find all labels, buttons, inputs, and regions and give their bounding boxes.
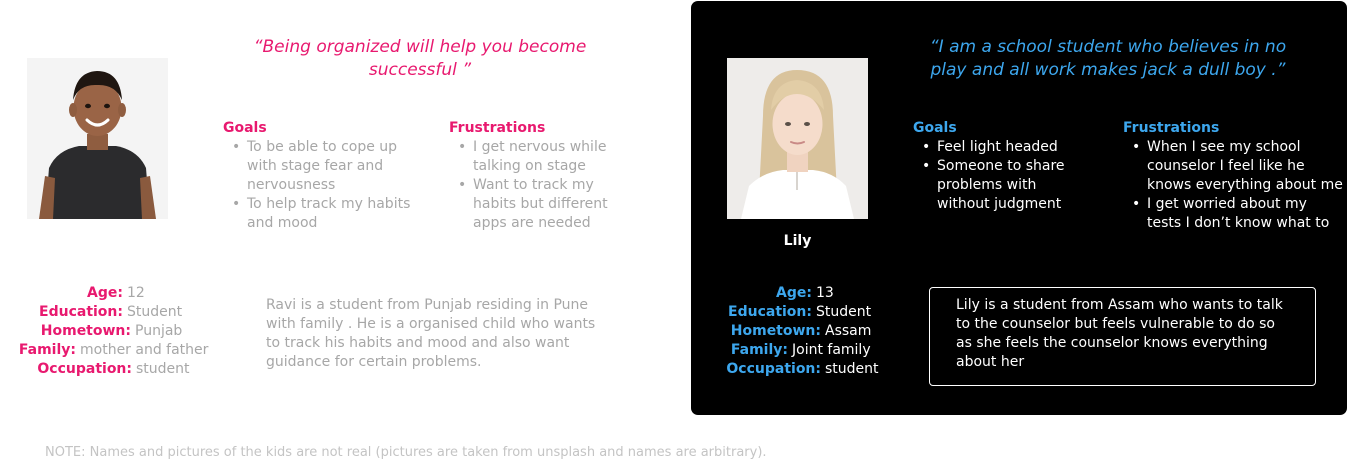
fact-value: Student bbox=[816, 304, 872, 320]
list-item: I get nervous while talking on stage bbox=[449, 138, 629, 176]
lily-bio: Lily is a student from Assam who wants t… bbox=[956, 297, 1283, 370]
lily-goals-heading: Goals bbox=[913, 120, 957, 136]
lily-photo bbox=[727, 58, 868, 219]
ravi-bio: Ravi is a student from Punjab residing i… bbox=[266, 297, 596, 370]
ravi-quote: “Being organized will help you become su… bbox=[253, 37, 587, 80]
lily-name: Lily bbox=[783, 233, 812, 249]
ravi-frustrations-list: I get nervous while talking on stage Wan… bbox=[449, 138, 629, 233]
fact-label: Age: bbox=[87, 285, 123, 301]
girl-portrait-icon bbox=[727, 58, 868, 219]
list-item: Someone to share problems with without j… bbox=[913, 157, 1093, 214]
fact-value: student bbox=[825, 361, 879, 377]
list-item: Want to track my habits but different ap… bbox=[449, 176, 629, 233]
fact-label: Occupation: bbox=[37, 361, 132, 377]
list-item: I get worried about my tests I don’t kno… bbox=[1123, 195, 1343, 233]
lily-quote: “I am a school student who believes in n… bbox=[929, 37, 1287, 80]
lily-bio-box: Lily is a student from Assam who wants t… bbox=[929, 287, 1316, 386]
fact-value: 13 bbox=[816, 285, 834, 301]
list-item: When I see my school counselor I feel li… bbox=[1123, 138, 1343, 195]
boy-portrait-icon bbox=[27, 58, 168, 219]
ravi-facts: Age: 12 Education: Student Hometown: Punjab… bbox=[0, 284, 240, 379]
fact-label: Education: bbox=[39, 304, 123, 320]
fact-label: Age: bbox=[776, 285, 812, 301]
fact-value: Student bbox=[127, 304, 183, 320]
footnote: NOTE: Names and pictures of the kids are… bbox=[45, 445, 767, 460]
list-item: To be able to cope up with stage fear an… bbox=[223, 138, 413, 195]
fact-value: Punjab bbox=[135, 323, 183, 339]
ravi-goals-list: To be able to cope up with stage fear an… bbox=[223, 138, 413, 233]
ravi-goals-heading: Goals bbox=[223, 120, 267, 136]
ravi-frustrations-heading: Frustrations bbox=[449, 120, 546, 136]
fact-label: Family: bbox=[18, 342, 76, 358]
fact-value: 12 bbox=[127, 285, 145, 301]
fact-value: Assam bbox=[825, 323, 872, 339]
fact-value: mother and father bbox=[80, 342, 209, 358]
fact-label: Hometown: bbox=[40, 323, 131, 339]
fact-label: Occupation: bbox=[726, 361, 821, 377]
fact-label: Family: bbox=[730, 342, 788, 358]
list-item: Feel light headed bbox=[913, 138, 1093, 157]
lily-goals-list: Feel light headed Someone to share probl… bbox=[913, 138, 1093, 214]
fact-value: student bbox=[136, 361, 190, 377]
lily-frustrations-list: When I see my school counselor I feel li… bbox=[1123, 138, 1343, 233]
lily-facts: Age: 13 Education: Student Hometown: Assam … bbox=[700, 284, 920, 379]
fact-value: Joint family bbox=[792, 342, 871, 358]
fact-label: Hometown: bbox=[730, 323, 821, 339]
lily-frustrations-heading: Frustrations bbox=[1123, 120, 1220, 136]
ravi-photo bbox=[27, 58, 168, 219]
list-item: To help track my habits and mood bbox=[223, 195, 413, 233]
fact-label: Education: bbox=[728, 304, 812, 320]
